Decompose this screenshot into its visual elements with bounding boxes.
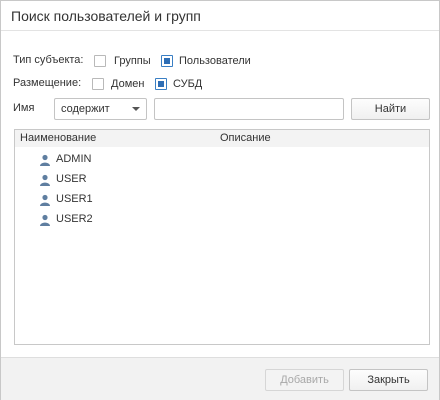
condition-value: содержит: [61, 103, 110, 115]
find-button[interactable]: Найти: [351, 98, 430, 120]
table-header: Наименование Описание: [15, 130, 429, 147]
table-row[interactable]: USER1: [15, 190, 429, 210]
table-row[interactable]: USER: [15, 170, 429, 190]
subject-type-label: Тип субъекта:: [13, 54, 84, 66]
dbms-label[interactable]: СУБД: [173, 78, 202, 90]
row-name: USER2: [56, 213, 93, 225]
add-button[interactable]: Добавить: [265, 369, 344, 391]
condition-select[interactable]: содержит: [54, 98, 147, 120]
name-label: Имя: [13, 102, 35, 114]
user-icon: [40, 174, 50, 186]
domain-checkbox[interactable]: [92, 78, 104, 90]
results-table[interactable]: Наименование Описание ADMIN USER USER1 U…: [14, 129, 430, 345]
column-header-name[interactable]: Наименование: [20, 132, 96, 144]
dbms-checkbox[interactable]: [155, 78, 167, 90]
title-divider: [1, 30, 439, 31]
user-icon: [40, 194, 50, 206]
user-icon: [40, 154, 50, 166]
table-row[interactable]: ADMIN: [15, 150, 429, 170]
placement-label: Размещение:: [13, 77, 82, 89]
users-label[interactable]: Пользователи: [179, 55, 251, 67]
groups-checkbox[interactable]: [94, 55, 106, 67]
groups-label[interactable]: Группы: [114, 55, 151, 67]
column-header-description[interactable]: Описание: [220, 132, 271, 144]
dialog-footer: Добавить Закрыть: [1, 357, 439, 400]
row-name: ADMIN: [56, 153, 92, 165]
name-search-input[interactable]: [154, 98, 344, 120]
dialog-title: Поиск пользователей и групп: [11, 8, 201, 24]
chevron-down-icon: [132, 107, 140, 111]
user-icon: [40, 214, 50, 226]
users-checkbox[interactable]: [161, 55, 173, 67]
row-name: USER: [56, 173, 87, 185]
table-row[interactable]: USER2: [15, 210, 429, 230]
domain-label[interactable]: Домен: [111, 78, 144, 90]
search-users-dialog: Поиск пользователей и групп Тип субъекта…: [0, 0, 440, 400]
close-button[interactable]: Закрыть: [349, 369, 428, 391]
row-name: USER1: [56, 193, 93, 205]
